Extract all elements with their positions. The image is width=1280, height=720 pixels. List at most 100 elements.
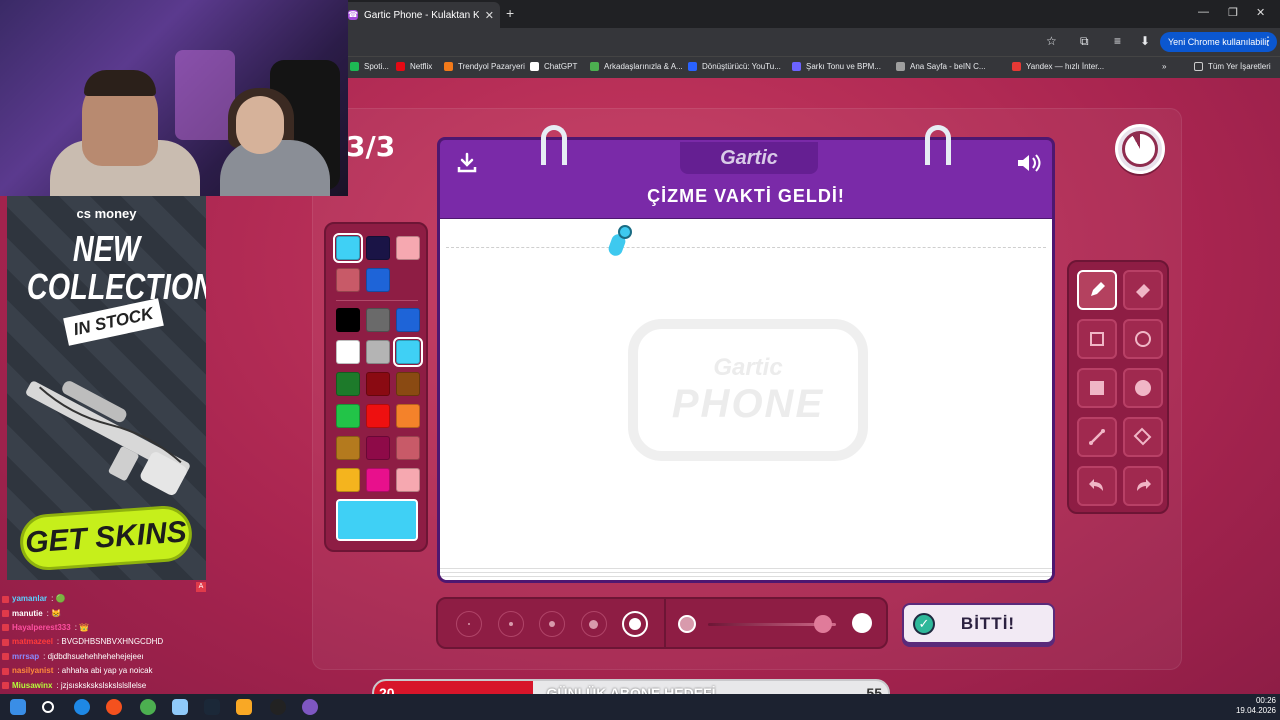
color-swatch[interactable] [366,404,390,428]
bookmark-star-icon[interactable]: ☆ [1046,34,1057,48]
chat-username: Miusawinx [12,680,53,690]
media-controls-icon[interactable]: ≡ [1114,34,1121,48]
bookmark-item[interactable]: Spoti... [350,62,389,71]
color-swatch[interactable] [336,372,360,396]
line-tool-button[interactable] [1077,417,1117,457]
ad-headline-line2: COLLECTIONS [26,266,206,307]
rect-outline-tool-button[interactable] [1077,319,1117,359]
bucket-icon [1133,427,1152,446]
chat-badge-icon [2,638,9,646]
bucket-tool-button[interactable] [1123,417,1163,457]
color-swatch[interactable] [396,404,420,428]
gartic-phone-watermark: Gartic PHONE [628,319,868,461]
chat-username: Hayalperest333 [12,622,71,632]
minimize-button[interactable]: — [1198,6,1209,18]
pen-icon [1091,282,1105,296]
bookmark-item[interactable]: Trendyol Pazaryeri [444,62,525,71]
extensions-icon[interactable]: ⧉ [1080,34,1089,49]
rect-fill-tool-button[interactable] [1077,368,1117,408]
brush-size-button[interactable] [456,611,482,637]
download-icon[interactable] [456,152,478,174]
search-icon[interactable] [42,701,54,713]
bookmarks-overflow-icon[interactable]: » [1162,62,1166,71]
tab-close-icon[interactable]: ✕ [485,9,494,22]
pen-tool-button[interactable] [1077,270,1117,310]
chrome-icon[interactable] [140,699,156,715]
color-swatch[interactable] [336,436,360,460]
close-window-button[interactable]: ✕ [1256,6,1265,19]
opera-icon[interactable] [106,699,122,715]
brush-size-button[interactable] [539,611,565,637]
all-bookmarks-label: Tüm Yer İşaretleri [1208,62,1271,71]
color-swatch[interactable] [336,268,360,292]
color-swatch[interactable] [366,372,390,396]
bookmark-item[interactable]: ChatGPT [530,62,577,71]
chrome-update-button[interactable]: Yeni Chrome kullanılabilir [1160,32,1278,52]
chat-username: yamanlar [12,594,48,604]
bookmark-item[interactable]: Dönüştürücü: YouTu... [688,62,781,71]
notebook-header: Gartic ÇİZME VAKTİ GELDİ! [437,137,1055,221]
brush-size-button[interactable] [622,611,648,637]
get-skins-button[interactable]: GET SKINS [18,504,194,572]
color-swatch[interactable] [396,308,420,332]
redo-icon [1137,479,1151,491]
color-swatch[interactable] [366,468,390,492]
edge-icon[interactable] [74,699,90,715]
taskbar-clock[interactable]: 00:26 19.04.2026 [1232,696,1276,716]
downloads-icon[interactable]: ⬇ [1140,34,1150,48]
clock-time: 00:26 [1255,696,1276,705]
color-swatch[interactable] [366,268,390,292]
steam-icon[interactable] [204,699,220,715]
bookmark-label: Spoti... [364,62,389,71]
color-swatch[interactable] [336,404,360,428]
webcam-light [175,50,235,140]
chat-badge-icon [2,653,9,661]
file-explorer-icon[interactable] [236,699,252,715]
all-bookmarks-link[interactable]: Tüm Yer İşaretleri [1194,62,1271,71]
discord-icon[interactable] [302,699,318,715]
notebook-ring-right [925,125,951,165]
color-swatch[interactable] [336,340,360,364]
brush-size-button[interactable] [497,611,524,637]
color-swatch[interactable] [336,468,360,492]
color-swatch[interactable] [366,340,390,364]
opacity-slider-handle[interactable] [814,615,833,633]
bookmark-label: Ana Sayfa - beIN C... [910,62,986,71]
color-swatch[interactable] [396,436,420,460]
color-swatch[interactable] [396,372,420,396]
undo-tool-button[interactable] [1077,466,1117,506]
color-swatch[interactable] [366,236,390,260]
new-tab-button[interactable]: + [506,5,514,21]
sponsor-ad[interactable]: cs money NEW COLLECTIONS IN STOCK GET SK… [7,196,206,580]
color-swatch[interactable] [366,308,390,332]
eraser-tool-button[interactable] [1123,270,1163,310]
tab-gartic-phone[interactable]: ☎ Gartic Phone - Kulaktan Kulağa ✕ [340,2,500,28]
timer-clock-icon [1122,131,1158,167]
restore-button[interactable]: ❐ [1228,6,1238,19]
brush-size-button[interactable] [580,611,607,637]
redo-tool-button[interactable] [1123,466,1163,506]
bookmark-favicon-icon [896,62,905,71]
color-swatch[interactable] [333,233,363,263]
done-button[interactable]: ✓ BİTTİ! [902,603,1055,644]
obs-icon[interactable] [270,699,286,715]
color-swatch[interactable] [393,337,423,367]
browser-menu-icon[interactable]: ⋮ [1262,34,1274,48]
bookmark-item[interactable]: Yandex — hızlı İnter... [1012,62,1104,71]
circle-fill-tool-button[interactable] [1123,368,1163,408]
notepad-icon[interactable] [172,699,188,715]
color-swatch[interactable] [366,436,390,460]
chat-message: Miusawinx: jzjsıskskskslskslslsllelse [2,678,202,692]
color-swatch[interactable] [396,236,420,260]
start-icon[interactable] [10,699,26,715]
color-swatch[interactable] [336,308,360,332]
bookmark-item[interactable]: Arkadaşlarınızla & A... [590,62,683,71]
drawing-canvas[interactable]: Gartic PHONE [437,219,1055,583]
circle-outline-tool-button[interactable] [1123,319,1163,359]
chat-username: nasilyanist [12,666,54,676]
bookmark-item[interactable]: Ana Sayfa - beIN C... [896,62,986,71]
bookmark-item[interactable]: Netflix [396,62,432,71]
volume-icon[interactable] [1016,152,1042,174]
color-swatch[interactable] [396,468,420,492]
bookmark-item[interactable]: Şarkı Tonu ve BPM... [792,62,881,71]
